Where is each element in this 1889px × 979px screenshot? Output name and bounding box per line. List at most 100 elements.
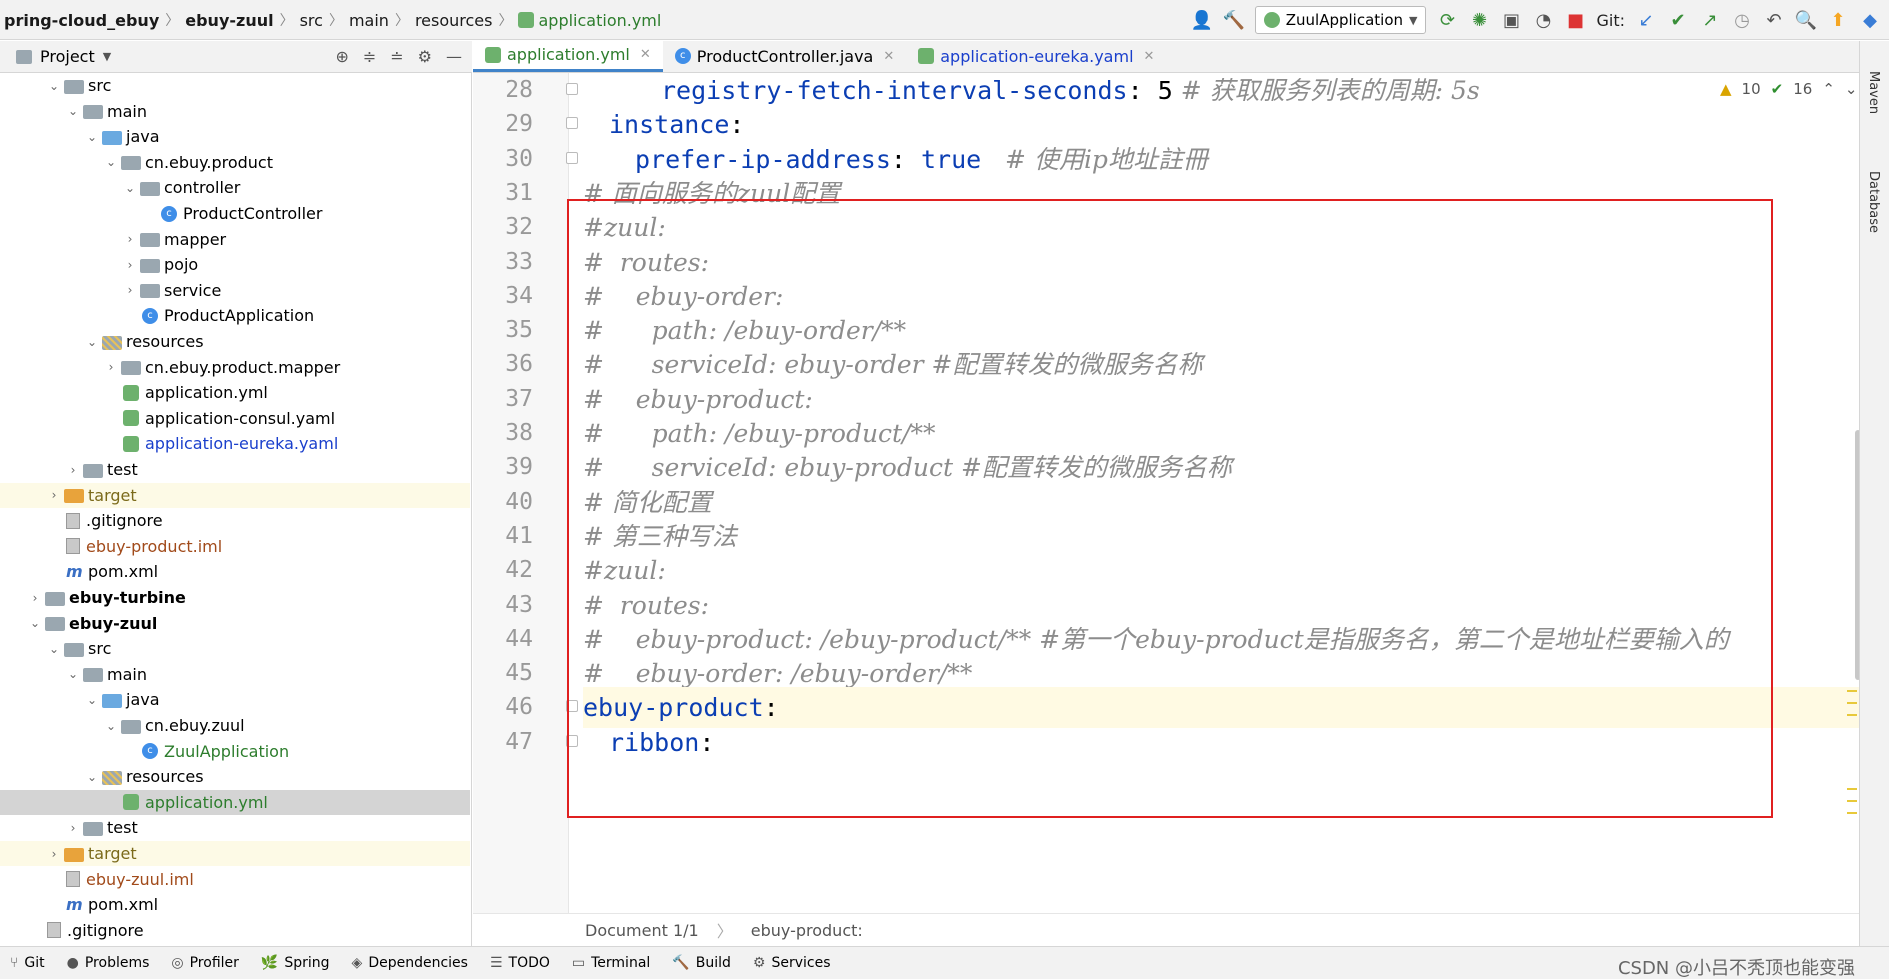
- project-view-selector[interactable]: Project ▼: [16, 47, 111, 66]
- tree-node[interactable]: ebuy-product.iml: [0, 534, 470, 559]
- tree-node[interactable]: application-eureka.yaml: [0, 431, 470, 456]
- tree-node[interactable]: application.yml: [0, 789, 470, 815]
- maven-tool-tab[interactable]: Maven: [1866, 71, 1881, 114]
- editor-tab[interactable]: c ProductController.java ✕: [663, 40, 907, 72]
- fold-marker-icon[interactable]: [566, 151, 578, 164]
- chevron-down-icon[interactable]: ⌄: [46, 642, 62, 656]
- gear-icon[interactable]: ⚙: [418, 47, 432, 66]
- tree-node[interactable]: .gitignore: [0, 918, 470, 943]
- chevron-down-icon[interactable]: ⌄: [65, 104, 81, 118]
- fold-marker-icon[interactable]: [566, 117, 578, 130]
- build-hammer-icon[interactable]: 🔨: [1223, 9, 1245, 31]
- chevron-down-icon[interactable]: ⌄: [1845, 80, 1858, 98]
- chevron-up-icon[interactable]: ⌃: [1822, 80, 1835, 98]
- debug-icon[interactable]: ✺: [1468, 9, 1490, 31]
- tree-node[interactable]: ⌄ java: [0, 124, 470, 149]
- chevron-right-icon[interactable]: ›: [46, 488, 62, 502]
- tree-node[interactable]: m pom.xml: [0, 559, 470, 584]
- chevron-down-icon[interactable]: ⌄: [103, 719, 119, 733]
- tool-window-button[interactable]: ▭ Terminal: [572, 955, 650, 971]
- tree-node[interactable]: › service: [0, 278, 470, 303]
- tree-node[interactable]: ⌄ cn.ebuy.product: [0, 150, 470, 175]
- crumb-src[interactable]: src: [296, 11, 327, 30]
- code-editor[interactable]: 28 29 30 31 32 33 34 35 36 37 38 39 40 41 42 43 44 45 46 47…: [473, 73, 1859, 913]
- tree-node[interactable]: ⌄ resources: [0, 764, 470, 789]
- database-tool-tab[interactable]: Database: [1866, 171, 1881, 233]
- tree-node[interactable]: › test: [0, 815, 470, 840]
- tree-node[interactable]: ⌄ ebuy-zuul: [0, 611, 470, 636]
- fold-marker-icon[interactable]: [566, 83, 578, 95]
- tree-node[interactable]: ⌄ cn.ebuy.zuul: [0, 713, 470, 738]
- chevron-right-icon[interactable]: ›: [122, 283, 138, 297]
- tree-node[interactable]: ⌄ src: [0, 73, 470, 98]
- tree-node[interactable]: › mapper: [0, 227, 470, 252]
- close-icon[interactable]: ✕: [883, 49, 894, 64]
- tree-node[interactable]: › target: [0, 841, 470, 866]
- tree-node[interactable]: ebuy-zuul.iml: [0, 867, 470, 892]
- collapse-all-icon[interactable]: ≐: [390, 47, 403, 66]
- tree-node[interactable]: ⌄ java: [0, 687, 470, 712]
- tool-window-button[interactable]: ● Problems: [67, 955, 150, 971]
- locate-icon[interactable]: ⊕: [335, 47, 348, 66]
- fold-marker-icon[interactable]: [566, 734, 578, 747]
- editor-tab[interactable]: application.yml ✕: [473, 40, 663, 72]
- code-line[interactable]: ribbon:: [583, 722, 714, 763]
- tree-node[interactable]: ⌄ controller: [0, 175, 470, 200]
- tree-node[interactable]: › test: [0, 457, 470, 482]
- search-icon[interactable]: 🔍: [1795, 9, 1817, 31]
- tree-node[interactable]: application.yml: [0, 380, 470, 405]
- history-icon[interactable]: ◷: [1731, 9, 1753, 31]
- tool-window-button[interactable]: 🌿 Spring: [261, 955, 330, 971]
- tree-node[interactable]: application-consul.yaml: [0, 406, 470, 431]
- close-icon[interactable]: ✕: [1144, 49, 1155, 64]
- code-area[interactable]: registry-fetch-interval-seconds: 5 # 获取服…: [583, 73, 1859, 913]
- tree-node[interactable]: c ProductApplication: [0, 303, 470, 328]
- tree-node[interactable]: › cn.ebuy.product.mapper: [0, 355, 470, 380]
- minimize-icon[interactable]: —: [446, 47, 462, 66]
- tree-node[interactable]: ⌄ src: [0, 636, 470, 661]
- chevron-right-icon[interactable]: ›: [65, 821, 81, 835]
- git-commit-icon[interactable]: ✔: [1667, 9, 1689, 31]
- tool-window-button[interactable]: ◈ Dependencies: [352, 955, 468, 971]
- chevron-down-icon[interactable]: ⌄: [84, 693, 100, 707]
- crumb-project[interactable]: pring-cloud_ebuy: [0, 11, 163, 30]
- document-indicator[interactable]: Document 1/1: [585, 921, 699, 940]
- tree-node[interactable]: ⌄ main: [0, 662, 470, 687]
- rollback-icon[interactable]: ↶: [1763, 9, 1785, 31]
- git-push-icon[interactable]: ↗: [1699, 9, 1721, 31]
- inspection-widget[interactable]: ▲ 10 ✔ 16 ⌃ ⌄: [1720, 80, 1857, 98]
- tree-node[interactable]: c ProductController: [0, 201, 470, 226]
- chevron-right-icon[interactable]: ›: [46, 847, 62, 861]
- tree-node[interactable]: › pojo: [0, 252, 470, 277]
- tree-node[interactable]: ⌄ main: [0, 99, 470, 124]
- editor-tab[interactable]: application-eureka.yaml ✕: [906, 40, 1166, 72]
- update-icon[interactable]: ⬆: [1827, 9, 1849, 31]
- tool-window-button[interactable]: ◎ Profiler: [171, 955, 239, 971]
- chevron-down-icon[interactable]: ⌄: [84, 770, 100, 784]
- user-icon[interactable]: 👤: [1191, 9, 1213, 31]
- crumb-resources[interactable]: resources: [411, 11, 497, 30]
- chevron-down-icon[interactable]: ⌄: [46, 79, 62, 93]
- chevron-down-icon[interactable]: ⌄: [65, 667, 81, 681]
- chevron-right-icon[interactable]: ›: [65, 463, 81, 477]
- plugin-icon[interactable]: ◆: [1859, 9, 1881, 31]
- tree-node[interactable]: m pom.xml: [0, 892, 470, 917]
- close-icon[interactable]: ✕: [640, 47, 651, 62]
- chevron-right-icon[interactable]: ›: [122, 232, 138, 246]
- chevron-right-icon[interactable]: ›: [27, 591, 43, 605]
- chevron-down-icon[interactable]: ⌄: [27, 616, 43, 630]
- tree-node[interactable]: › target: [0, 482, 470, 508]
- chevron-right-icon[interactable]: ›: [103, 360, 119, 374]
- run-configuration-select[interactable]: ZuulApplication ▼: [1254, 6, 1427, 34]
- rerun-icon[interactable]: ⟳: [1436, 9, 1458, 31]
- chevron-down-icon[interactable]: ⌄: [84, 130, 100, 144]
- chevron-down-icon[interactable]: ⌄: [84, 335, 100, 349]
- crumb-module[interactable]: ebuy-zuul: [181, 11, 277, 30]
- chevron-down-icon[interactable]: ⌄: [103, 155, 119, 169]
- code-line[interactable]: ebuy-product:: [583, 687, 1859, 729]
- tool-window-button[interactable]: ⑂ Git: [10, 955, 45, 971]
- chevron-down-icon[interactable]: ⌄: [122, 181, 138, 195]
- crumb-main[interactable]: main: [345, 11, 393, 30]
- tree-node[interactable]: .gitignore: [0, 508, 470, 533]
- coverage-icon[interactable]: ▣: [1500, 9, 1522, 31]
